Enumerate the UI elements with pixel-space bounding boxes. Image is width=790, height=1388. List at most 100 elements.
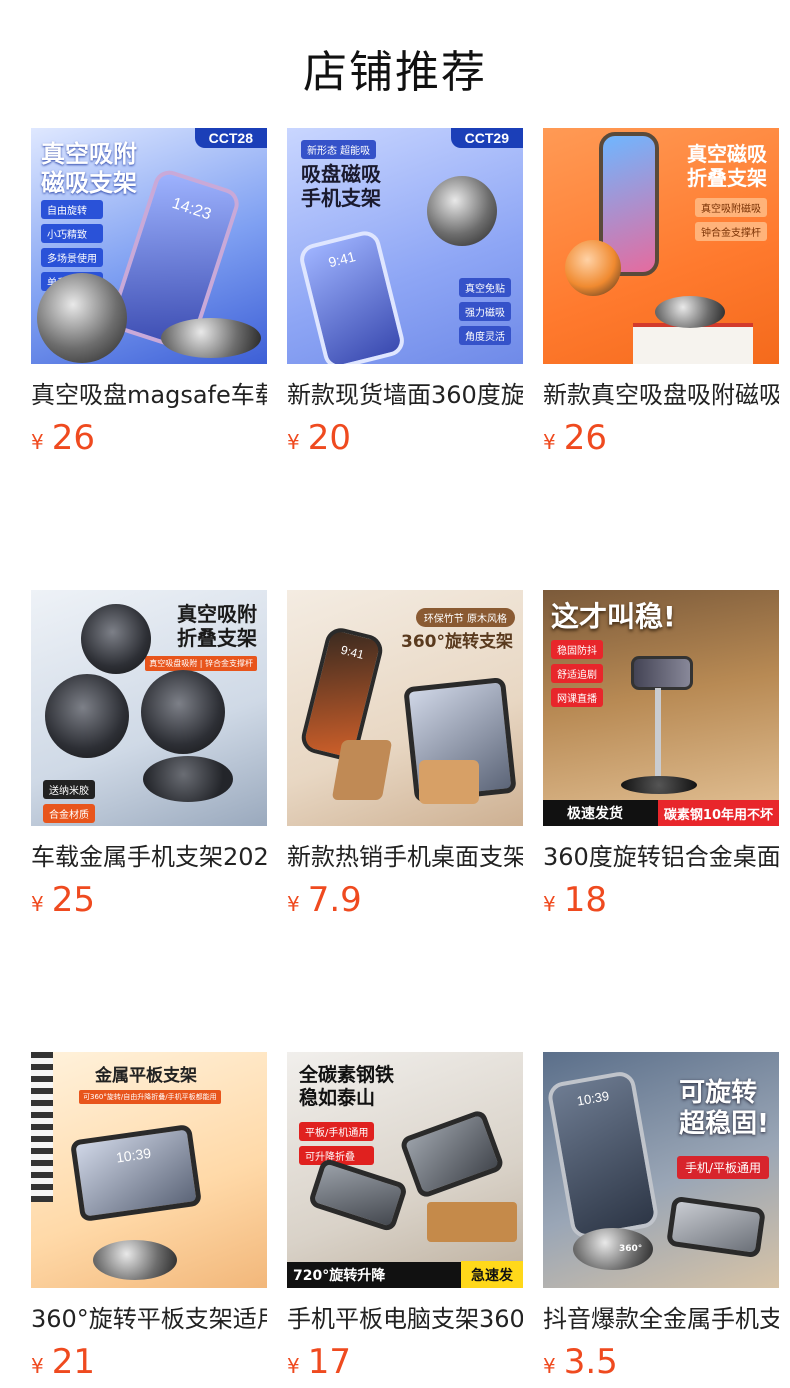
gift-box-illustration <box>633 323 753 364</box>
currency-symbol: ¥ <box>31 892 44 916</box>
screen-clock: 14:23 <box>169 194 214 224</box>
currency-symbol: ¥ <box>287 1354 300 1378</box>
mount-disk-illustration <box>141 670 225 754</box>
product-image[interactable]: 全碳素钢铁 稳如泰山 平板/手机通用 可升降折叠 720°旋转升降 急速发 <box>287 1052 523 1288</box>
product-price: ¥25 <box>31 880 267 920</box>
feature-tag: 自由旋转 <box>41 200 103 219</box>
mount-base-illustration <box>93 1240 177 1280</box>
feature-tag: 合金材质 <box>43 804 95 823</box>
wooden-stand-illustration <box>331 740 393 800</box>
phone-illustration: 9:41 <box>296 227 408 364</box>
feature-tag: 手机/平板通用 <box>676 1156 769 1179</box>
image-chip: 环保竹节 原木风格 <box>415 608 515 627</box>
product-card[interactable]: CCT28 真空吸附 磁吸支架 自由旋转 小巧精致 多场景使用 单手操作 14:… <box>31 128 267 458</box>
price-value: 7.9 <box>307 880 362 920</box>
mount-disk-illustration <box>427 176 497 246</box>
product-name[interactable]: 360°旋转平板支架适用于iPad <box>31 1302 267 1336</box>
product-price: ¥17 <box>287 1342 523 1382</box>
feature-tag: 网课直播 <box>551 688 603 707</box>
price-value: 26 <box>51 418 95 458</box>
product-card[interactable]: 全碳素钢铁 稳如泰山 平板/手机通用 可升降折叠 720°旋转升降 急速发 手机… <box>287 1052 523 1382</box>
product-price: ¥18 <box>543 880 779 920</box>
currency-symbol: ¥ <box>543 430 556 454</box>
window-blinds-illustration <box>31 1052 53 1202</box>
wooden-stand-illustration <box>419 760 479 804</box>
feature-tags: 送纳米胶 合金材质 <box>43 780 95 823</box>
product-name[interactable]: 真空吸盘magsafe车载磁吸支架 <box>31 378 267 412</box>
stand-plate-illustration <box>398 1108 506 1200</box>
shipping-label: 极速发货 <box>567 806 623 822</box>
product-image[interactable]: 环保竹节 原木风格 360°旋转支架 9:41 <box>287 590 523 826</box>
product-image[interactable]: 真空磁吸 折叠支架 真空吸附磁吸 钟合金支撑杆 <box>543 128 779 364</box>
model-badge: CCT29 <box>450 128 523 148</box>
feature-tags: 真空吸附磁吸 钟合金支撑杆 <box>695 198 767 241</box>
mount-base-illustration <box>621 776 697 794</box>
product-grid: CCT28 真空吸附 磁吸支架 自由旋转 小巧精致 多场景使用 单手操作 14:… <box>31 128 779 1382</box>
product-image[interactable]: 这才叫稳! 稳固防抖 舒适追剧 网课直播 极速发货 碳素钢10年用不坏 <box>543 590 779 826</box>
currency-symbol: ¥ <box>543 892 556 916</box>
mount-base-illustration: 360° <box>573 1228 653 1270</box>
image-headline: 真空吸附 折叠支架 <box>177 602 257 650</box>
feature-tags: 真空免贴 强力磁吸 角度灵活 <box>459 278 511 345</box>
product-name[interactable]: 新款现货墙面360度旋转吸盘支架 <box>287 378 523 412</box>
promo-strip: 720°旋转升降 急速发 <box>287 1261 523 1288</box>
product-name[interactable]: 抖音爆款全金属手机支架平板通用 <box>543 1302 779 1336</box>
phone-illustration <box>631 656 693 690</box>
product-card[interactable]: CCT29 新形态 超能吸 吸盘磁吸 手机支架 真空免贴 强力磁吸 角度灵活 9… <box>287 128 523 458</box>
currency-symbol: ¥ <box>287 430 300 454</box>
feature-tag: 多场景使用 <box>41 248 103 267</box>
tablet-illustration: 10:39 <box>69 1123 203 1223</box>
price-value: 3.5 <box>563 1342 618 1382</box>
price-value: 17 <box>307 1342 351 1382</box>
image-subheadline: 真空吸盘吸附 | 锌合金支撑杆 <box>145 656 257 671</box>
product-name[interactable]: 新款热销手机桌面支架木纹 <box>287 840 523 874</box>
product-card[interactable]: 可旋转 超稳固! 手机/平板通用 10:39 360° 抖音爆款全金属手机支架平… <box>543 1052 779 1382</box>
shipping-label: 急速发 <box>461 1261 523 1288</box>
feature-tag: 真空免贴 <box>459 278 511 297</box>
product-name[interactable]: 手机平板电脑支架360旋转升降 <box>287 1302 523 1336</box>
image-headline: 这才叫稳! <box>551 600 676 633</box>
feature-tag: 强力磁吸 <box>459 302 511 321</box>
product-price: ¥26 <box>543 418 779 458</box>
feature-tag: 角度灵活 <box>459 326 511 345</box>
currency-symbol: ¥ <box>31 1354 44 1378</box>
wood-block-illustration <box>427 1202 517 1242</box>
price-value: 18 <box>563 880 607 920</box>
image-headline: 真空磁吸 折叠支架 <box>687 142 767 190</box>
product-card[interactable]: 环保竹节 原木风格 360°旋转支架 9:41 新款热销手机桌面支架木纹 ¥7.… <box>287 590 523 920</box>
product-image[interactable]: 金属平板支架 可360°旋转/自由升降折叠/手机平板都能用 10:39 <box>31 1052 267 1288</box>
product-price: ¥3.5 <box>543 1342 779 1382</box>
mount-disk-illustration <box>37 273 127 363</box>
screen-clock: 10:39 <box>575 1088 611 1109</box>
feature-tag: 舒适追剧 <box>551 664 603 683</box>
rotation-label: 720°旋转升降 <box>293 1268 386 1284</box>
product-image[interactable]: CCT28 真空吸附 磁吸支架 自由旋转 小巧精致 多场景使用 单手操作 14:… <box>31 128 267 364</box>
currency-symbol: ¥ <box>543 1354 556 1378</box>
product-card[interactable]: 真空磁吸 折叠支架 真空吸附磁吸 钟合金支撑杆 新款真空吸盘吸附磁吸折叠支架 ¥… <box>543 128 779 458</box>
product-image[interactable]: 可旋转 超稳固! 手机/平板通用 10:39 360° <box>543 1052 779 1288</box>
feature-tag: 平板/手机通用 <box>299 1122 375 1141</box>
page-title: 店铺推荐 <box>303 47 487 98</box>
mount-disk-illustration <box>655 296 725 328</box>
product-card[interactable]: 金属平板支架 可360°旋转/自由升降折叠/手机平板都能用 10:39 360°… <box>31 1052 267 1382</box>
image-subheadline: 新形态 超能吸 <box>301 140 377 159</box>
image-headline: 360°旋转支架 <box>401 632 513 652</box>
product-name[interactable]: 车载金属手机支架2024新款 <box>31 840 267 874</box>
product-name[interactable]: 360度旋转铝合金桌面手机支架 <box>543 840 779 874</box>
product-image[interactable]: 真空吸附 折叠支架 真空吸盘吸附 | 锌合金支撑杆 送纳米胶 合金材质 <box>31 590 267 826</box>
product-image[interactable]: CCT29 新形态 超能吸 吸盘磁吸 手机支架 真空免贴 强力磁吸 角度灵活 9… <box>287 128 523 364</box>
feature-tag: 钟合金支撑杆 <box>695 222 767 241</box>
product-card[interactable]: 真空吸附 折叠支架 真空吸盘吸附 | 锌合金支撑杆 送纳米胶 合金材质 车载金属… <box>31 590 267 920</box>
feature-tags: 稳固防抖 舒适追剧 网课直播 <box>551 640 603 707</box>
price-value: 25 <box>51 880 95 920</box>
feature-tag: 小巧精致 <box>41 224 103 243</box>
mount-disk-illustration <box>45 674 129 758</box>
price-value: 21 <box>51 1342 95 1382</box>
phone-illustration: 10:39 <box>545 1069 661 1241</box>
image-headline: 可旋转 超稳固! <box>679 1078 769 1140</box>
product-card[interactable]: 这才叫稳! 稳固防抖 舒适追剧 网课直播 极速发货 碳素钢10年用不坏 360度… <box>543 590 779 920</box>
screen-clock: 9:41 <box>326 248 357 271</box>
currency-symbol: ¥ <box>287 892 300 916</box>
image-headline: 吸盘磁吸 手机支架 <box>301 162 381 210</box>
product-name[interactable]: 新款真空吸盘吸附磁吸折叠支架 <box>543 378 779 412</box>
